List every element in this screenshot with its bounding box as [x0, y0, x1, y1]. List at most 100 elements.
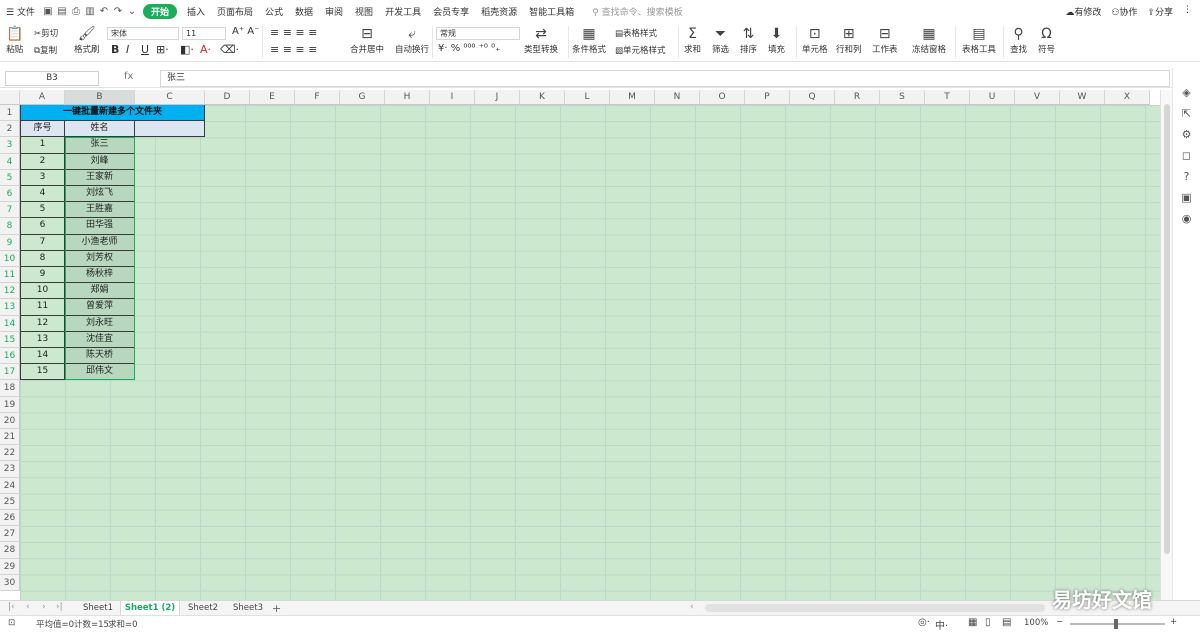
clear-format-icon[interactable]: ⌫·	[220, 43, 239, 56]
paste-button[interactable]: 📋 粘贴	[6, 25, 23, 55]
tab-sheet3[interactable]: Sheet3	[228, 601, 268, 615]
horizontal-scrollbar[interactable]	[705, 604, 1045, 612]
column-header-I[interactable]: I	[430, 90, 475, 105]
column-header-L[interactable]: L	[565, 90, 610, 105]
row-header-18[interactable]: 18	[0, 380, 20, 397]
shape-icon[interactable]: ◻	[1173, 149, 1200, 162]
last-sheet-icon[interactable]: ›|	[56, 602, 63, 612]
preview-icon[interactable]: ▥	[83, 6, 97, 17]
table-cell-index[interactable]: 2	[20, 153, 65, 170]
align-left-icon[interactable]: ≡ ≡ ≡ ≡	[270, 43, 317, 56]
column-header-F[interactable]: F	[295, 90, 340, 105]
tab-home[interactable]: 开始	[142, 3, 177, 19]
redo-icon[interactable]: ↷	[111, 6, 125, 17]
save-icon[interactable]: ▣	[41, 6, 55, 17]
font-color-icon[interactable]: A·	[200, 43, 211, 56]
column-header-M[interactable]: M	[610, 90, 655, 105]
vertical-scrollbar[interactable]	[1160, 90, 1172, 600]
table-cell-index[interactable]: 5	[20, 202, 65, 219]
cut-button[interactable]: ✂剪切	[34, 27, 58, 39]
more-icon[interactable]: ⌄	[125, 6, 139, 17]
header-cell-name[interactable]: 姓名	[65, 121, 135, 138]
table-cell-index[interactable]: 14	[20, 348, 65, 365]
column-header-A[interactable]: A	[20, 90, 65, 105]
font-size-select[interactable]: 11	[182, 27, 226, 40]
tab-smart-tools[interactable]: 智能工具箱	[523, 5, 580, 18]
row-header-13[interactable]: 13	[0, 299, 20, 316]
row-header-14[interactable]: 14	[0, 315, 20, 332]
tab-sheet1[interactable]: Sheet1	[78, 601, 118, 615]
row-header-27[interactable]: 27	[0, 526, 20, 543]
row-header-5[interactable]: 5	[0, 169, 20, 186]
table-cell-index[interactable]: 6	[20, 218, 65, 235]
row-header-22[interactable]: 22	[0, 445, 20, 462]
column-header-T[interactable]: T	[925, 90, 970, 105]
tab-docer[interactable]: 稻壳资源	[475, 5, 523, 18]
column-header-H[interactable]: H	[385, 90, 430, 105]
format-painter-button[interactable]: 🖌 格式刷	[74, 25, 100, 55]
formula-input[interactable]: 张三	[160, 70, 1170, 87]
column-header-V[interactable]: V	[1015, 90, 1060, 105]
tab-sheet2[interactable]: Sheet2	[184, 601, 222, 615]
style-icon[interactable]: ◈	[1173, 86, 1200, 99]
row-header-10[interactable]: 10	[0, 250, 20, 267]
table-cell-index[interactable]: 12	[20, 315, 65, 332]
underline-button[interactable]: U	[141, 43, 149, 56]
column-header-B[interactable]: B	[65, 90, 135, 105]
row-header-9[interactable]: 9	[0, 234, 20, 251]
table-cell-index[interactable]: 8	[20, 250, 65, 267]
add-sheet-icon[interactable]: +	[272, 602, 281, 615]
freeze-panes-button[interactable]: ▦ 冻结窗格	[912, 25, 946, 55]
row-header-30[interactable]: 30	[0, 574, 20, 591]
row-header-3[interactable]: 3	[0, 137, 20, 154]
type-convert-button[interactable]: ⇄ 类型转换	[524, 25, 558, 55]
border-icon[interactable]: ⊞·	[156, 43, 169, 56]
tab-sheet1-copy[interactable]: Sheet1 (2)	[120, 601, 180, 615]
column-header-R[interactable]: R	[835, 90, 880, 105]
column-header-E[interactable]: E	[250, 90, 295, 105]
table-cell-index[interactable]: 4	[20, 186, 65, 203]
row-header-1[interactable]: 1	[0, 105, 20, 122]
select-all-corner[interactable]	[0, 90, 20, 105]
merge-center-button[interactable]: ⊟ 合并居中	[350, 25, 384, 55]
font-grow-icon[interactable]: A⁺ A⁻	[232, 26, 259, 37]
column-header-J[interactable]: J	[475, 90, 520, 105]
row-header-11[interactable]: 11	[0, 267, 20, 284]
share-button[interactable]: ⇪分享	[1147, 5, 1173, 18]
normal-view-icon[interactable]: ▦	[968, 617, 977, 628]
table-title-cell[interactable]: 一键批量新建多个文件夹	[20, 105, 205, 122]
tab-formulas[interactable]: 公式	[259, 5, 289, 18]
table-style-button[interactable]: ▤表格样式	[615, 27, 657, 39]
image-icon[interactable]: ▣	[1173, 191, 1200, 204]
sheet-grid[interactable]	[20, 105, 1160, 600]
header-cell-empty[interactable]	[135, 121, 205, 138]
column-header-W[interactable]: W	[1060, 90, 1105, 105]
table-tools-button[interactable]: ▤ 表格工具	[962, 25, 996, 55]
italic-button[interactable]: I	[126, 43, 129, 56]
tab-developer[interactable]: 开发工具	[379, 5, 427, 18]
number-format-select[interactable]: 常规	[436, 27, 520, 40]
file-menu[interactable]: ☰ 文件	[0, 5, 41, 18]
eye-protect-icon[interactable]: ◎·	[918, 617, 930, 628]
help-icon[interactable]: ?	[1173, 170, 1200, 183]
location-icon[interactable]: ◉	[1173, 212, 1200, 225]
row-header-7[interactable]: 7	[0, 202, 20, 219]
row-header-2[interactable]: 2	[0, 121, 20, 138]
export-icon[interactable]: ▤	[55, 6, 69, 17]
table-cell-index[interactable]: 10	[20, 283, 65, 300]
row-header-8[interactable]: 8	[0, 218, 20, 235]
column-header-N[interactable]: N	[655, 90, 700, 105]
column-header-K[interactable]: K	[520, 90, 565, 105]
modified-button[interactable]: ☁有修改	[1065, 5, 1101, 18]
page-layout-icon[interactable]: ▯	[985, 617, 991, 628]
font-select[interactable]: 宋体	[107, 27, 179, 40]
zoom-thumb[interactable]	[1114, 619, 1118, 629]
collab-button[interactable]: ⚇协作	[1111, 5, 1137, 18]
fill-button[interactable]: ⬇ 填充	[768, 25, 785, 55]
print-icon[interactable]: ⎙	[69, 6, 83, 17]
row-header-19[interactable]: 19	[0, 396, 20, 413]
prev-sheet-icon[interactable]: ‹	[26, 602, 30, 612]
filter-button[interactable]: ⏷ 筛选	[712, 25, 729, 55]
worksheet-button[interactable]: ⊟ 工作表	[872, 25, 898, 55]
settings-slider-icon[interactable]: ⚙	[1173, 128, 1200, 141]
